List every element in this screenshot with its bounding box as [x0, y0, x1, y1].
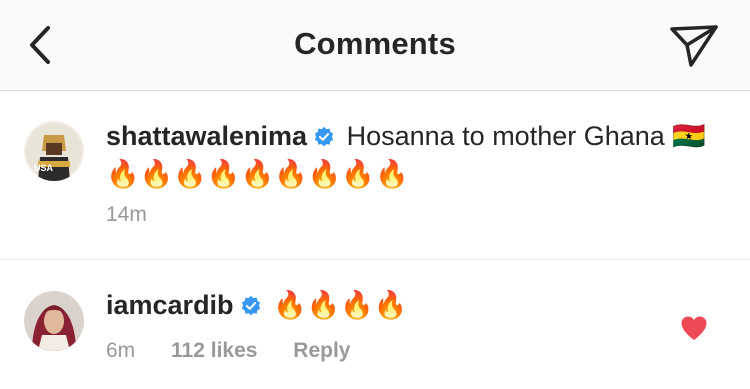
avatar[interactable]: [24, 291, 84, 351]
verified-badge-icon: [241, 295, 260, 316]
comment-meta: 6m 112 likes Reply: [106, 339, 380, 363]
comment-content: shattawalenima Hosanna to mother Ghana 🇬…: [106, 117, 726, 193]
page-title: Comments: [294, 26, 456, 61]
reply-button[interactable]: Reply: [293, 339, 350, 362]
paper-plane-icon: [670, 25, 718, 67]
avatar[interactable]: USA: [24, 121, 84, 181]
comment-item: USA shattawalenima Hosanna to mother Gha…: [0, 91, 750, 260]
avatar-image: [24, 291, 84, 351]
heart-icon[interactable]: [680, 315, 708, 341]
comment-meta: 14m: [106, 203, 177, 227]
likes-count[interactable]: 112 likes: [171, 339, 257, 362]
comment-username[interactable]: iamcardib: [106, 290, 234, 320]
comment-username[interactable]: shattawalenima: [106, 121, 307, 151]
svg-text:USA: USA: [34, 163, 54, 173]
avatar-image: USA: [24, 121, 84, 181]
comment-time: 14m: [106, 203, 147, 226]
comment-text: 🔥🔥🔥🔥: [273, 290, 408, 320]
comment-time: 6m: [106, 339, 136, 362]
comment-content: iamcardib 🔥🔥🔥🔥: [106, 286, 726, 324]
header-bar: Comments: [0, 0, 750, 91]
share-button[interactable]: [668, 22, 720, 68]
verified-badge-icon: [314, 126, 334, 147]
comment-item: iamcardib 🔥🔥🔥🔥 6m 112 likes Reply: [0, 260, 750, 389]
